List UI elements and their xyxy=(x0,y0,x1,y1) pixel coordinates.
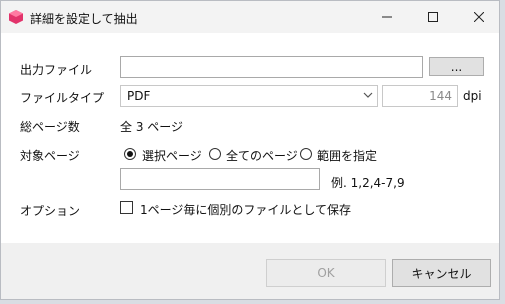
separate-files-checkbox-label[interactable]: 1ページ毎に個別のファイルとして保存 xyxy=(140,201,351,218)
browse-button[interactable]: ... xyxy=(429,57,484,76)
target-pages-label: 対象ページ xyxy=(20,149,80,163)
file-type-value: PDF xyxy=(127,89,151,103)
output-file-input[interactable] xyxy=(120,56,423,78)
radio-range-label[interactable]: 範囲を指定 xyxy=(317,147,377,164)
options-label: オプション xyxy=(20,204,81,218)
dpi-input[interactable]: 144 xyxy=(382,85,458,107)
close-button[interactable] xyxy=(457,1,501,33)
radio-selected-pages-label[interactable]: 選択ページ xyxy=(142,147,202,164)
total-pages-value: 全 3 ページ xyxy=(120,120,184,134)
page-range-example: 例. 1,2,4-7,9 xyxy=(331,176,405,190)
radio-all-pages-label[interactable]: 全てのページ xyxy=(226,147,298,164)
title-bar: 詳細を設定して抽出 xyxy=(1,1,499,33)
page-range-input[interactable] xyxy=(120,168,320,190)
total-pages-label: 総ページ数 xyxy=(20,120,80,134)
file-type-select[interactable]: PDF xyxy=(120,85,378,107)
minimize-button[interactable] xyxy=(365,1,409,33)
output-file-label: 出力ファイル xyxy=(20,63,93,77)
file-type-label: ファイルタイプ xyxy=(20,91,105,105)
maximize-icon xyxy=(428,12,438,22)
extract-dialog: 詳細を設定して抽出 出力ファイル ... ファイルタイプ PDF 144 dpi… xyxy=(0,0,500,300)
radio-range[interactable] xyxy=(300,148,312,160)
dialog-content: 出力ファイル ... ファイルタイプ PDF 144 dpi 総ページ数 全 3… xyxy=(1,33,499,243)
separate-files-checkbox[interactable] xyxy=(120,201,133,214)
radio-all-pages[interactable] xyxy=(209,148,221,160)
chevron-down-icon xyxy=(363,92,373,98)
radio-selected-pages[interactable] xyxy=(124,148,136,160)
app-icon xyxy=(9,10,23,24)
ok-button[interactable]: OK xyxy=(266,259,386,287)
close-icon xyxy=(474,12,484,22)
maximize-button[interactable] xyxy=(411,1,455,33)
window-title: 詳細を設定して抽出 xyxy=(30,12,138,26)
minimize-icon xyxy=(382,16,392,18)
cancel-button[interactable]: キャンセル xyxy=(392,259,491,287)
dpi-unit-label: dpi xyxy=(463,89,482,103)
